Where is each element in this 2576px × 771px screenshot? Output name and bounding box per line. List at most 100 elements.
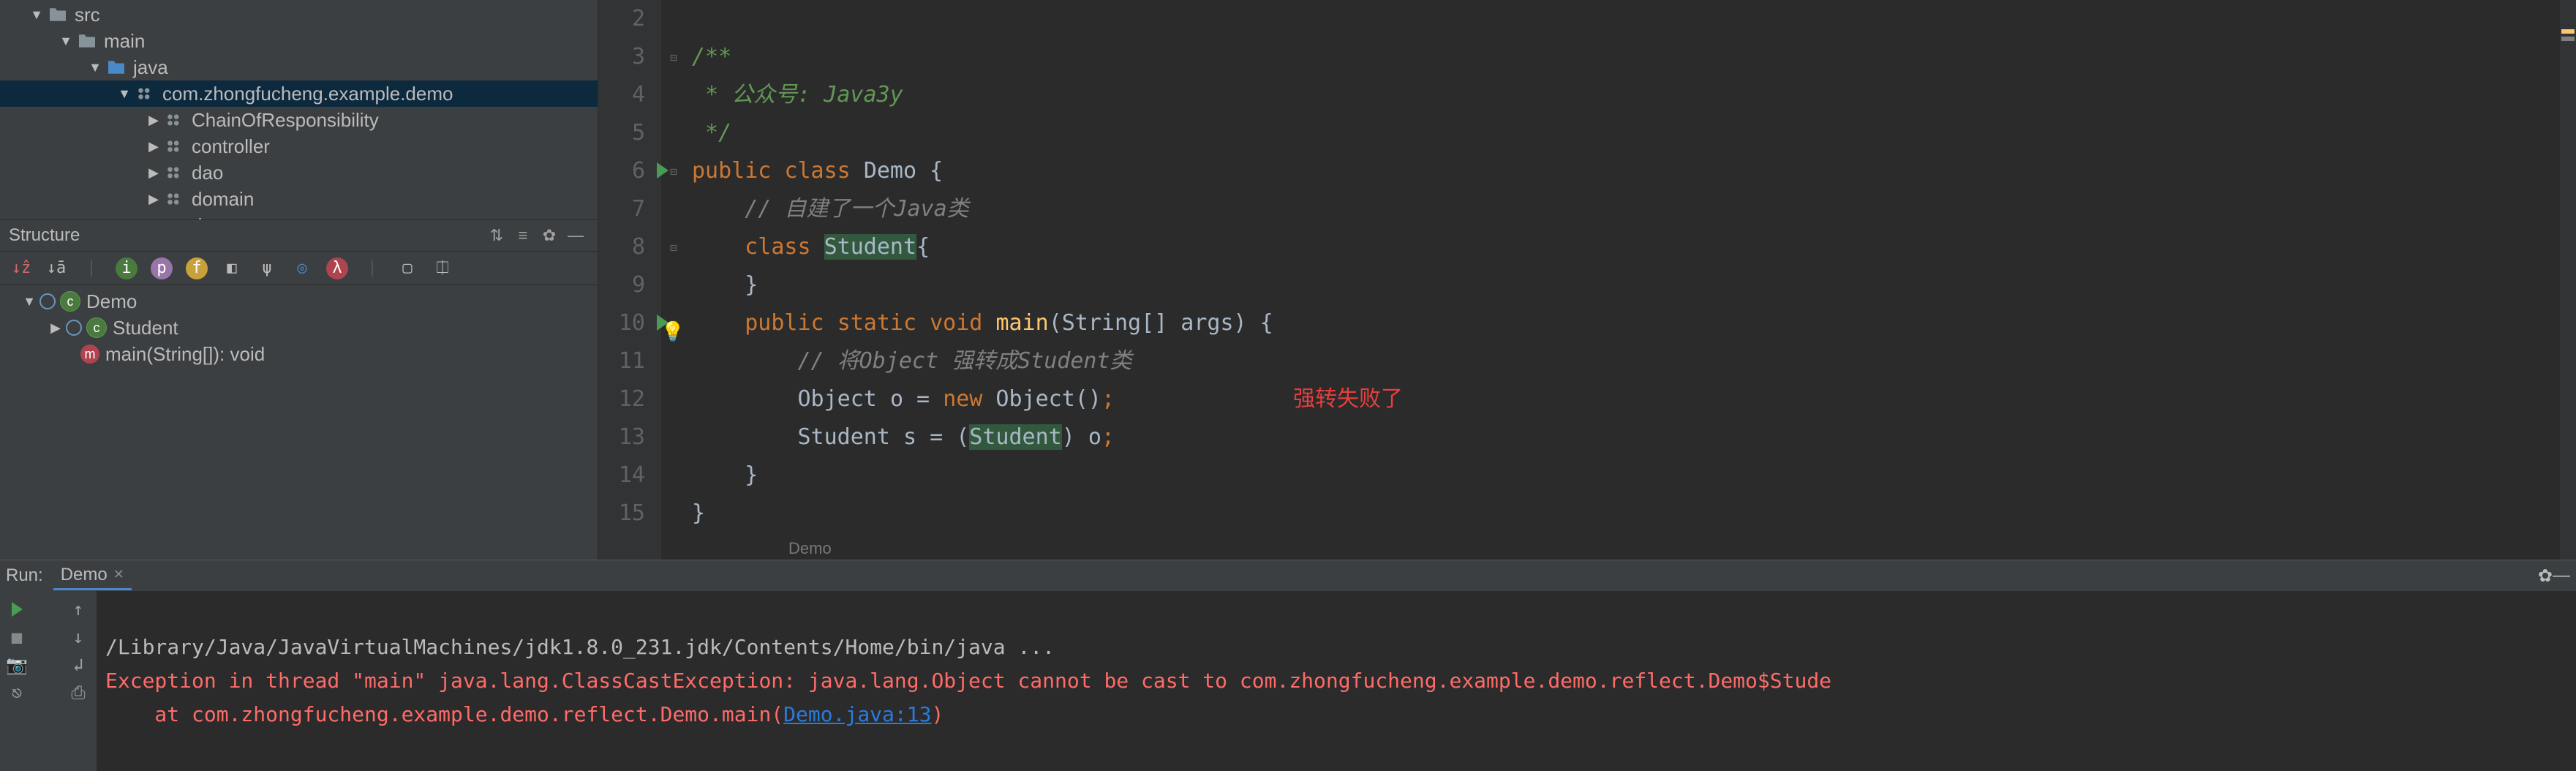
structure-item[interactable]: mmain(String[]): void (0, 341, 598, 367)
fold-mark[interactable]: ⊟ (661, 38, 686, 76)
pkg-icon (135, 85, 157, 102)
chevron-icon[interactable]: ▼ (88, 60, 102, 75)
code-line[interactable]: // 自建了一个Java类 (692, 190, 2560, 228)
code-line[interactable]: class Student{ (692, 228, 2560, 266)
folder-icon (47, 6, 69, 23)
gutter-line[interactable]: 3 (598, 38, 645, 76)
code-line[interactable]: */ (692, 114, 2560, 152)
structure-item[interactable]: ▼cDemo (0, 288, 598, 315)
rerun-icon[interactable] (4, 597, 29, 622)
gear-icon[interactable]: ✿ (2538, 565, 2553, 587)
code-area[interactable]: /** * 公众号: Java3y */public class Demo { … (686, 0, 2560, 560)
fold-column[interactable]: ⊟⊟⊟⊟ (661, 0, 686, 560)
pkg-icon (164, 111, 186, 129)
down-icon[interactable]: ↓ (66, 625, 91, 650)
error-stripe[interactable] (2560, 0, 2576, 560)
soft-wrap-icon[interactable]: ↲ (66, 652, 91, 677)
close-icon[interactable]: ✕ (113, 567, 124, 582)
gutter-line[interactable]: 14 (598, 456, 645, 494)
chevron-icon[interactable]: ▼ (29, 7, 44, 23)
gutter-line[interactable]: 12 (598, 380, 645, 418)
structure-opt2-icon[interactable]: ≡ (510, 225, 536, 247)
project-tree[interactable]: ▼src▼main▼java▼com.zhongfucheng.example.… (0, 0, 598, 219)
tree-item-domain[interactable]: ▶domain (0, 186, 598, 212)
fold-mark[interactable]: ⊟ (661, 228, 686, 266)
code-line[interactable]: public static void main(String[] args) { (692, 304, 2560, 342)
hide-icon[interactable]: — (562, 225, 589, 247)
tb-icon-box1[interactable]: ▢ (396, 257, 418, 279)
chevron-icon[interactable]: ▶ (146, 192, 161, 207)
show-fields-icon[interactable]: f (186, 257, 208, 279)
gutter-line[interactable]: 7 (598, 190, 645, 228)
exit-icon[interactable]: ⎋ (4, 680, 29, 705)
chevron-icon[interactable]: ▼ (117, 86, 132, 102)
gutter-line[interactable]: 15 (598, 494, 645, 533)
stop-icon[interactable]: ■ (4, 625, 29, 650)
tree-item-java[interactable]: ▼ java (0, 54, 598, 80)
gutter-line[interactable]: 11 (598, 342, 645, 380)
tb-sep2: | (361, 257, 383, 279)
gutter-line[interactable]: 9 (598, 266, 645, 304)
gutter-line[interactable]: 10💡 (598, 304, 645, 342)
tree-item-com-zhongfucheng-example-demo[interactable]: ▼com.zhongfucheng.example.demo (0, 80, 598, 107)
tb-icon-box2[interactable]: ⎅ (432, 257, 453, 279)
run-tab-demo[interactable]: Demo ✕ (53, 562, 132, 590)
code-line[interactable]: /** (692, 38, 2560, 76)
code-line[interactable]: * 公众号: Java3y (692, 76, 2560, 114)
gutter-line[interactable]: 8 (598, 228, 645, 266)
gutter-line[interactable]: 2 (598, 0, 645, 38)
sort-alpha-icon[interactable]: ↓ẑ (10, 257, 32, 279)
tree-item-dto[interactable]: ▶dto (0, 212, 598, 219)
breadcrumb[interactable]: Demo (788, 539, 832, 558)
tb-icon-target[interactable]: ◎ (291, 257, 313, 279)
up-icon[interactable]: ↑ (66, 597, 91, 622)
run-panel: Run: Demo ✕ ✿ — ■ 📷 ⎋ ↑ ↓ ↲ ⎙ /Library/J… (0, 560, 2576, 771)
tree-label: java (133, 56, 168, 79)
chevron-icon[interactable]: ▼ (59, 34, 73, 49)
code-line[interactable]: // 将Object 强转成Student类 (692, 342, 2560, 380)
run-gutter-icon[interactable] (657, 162, 669, 178)
hide-icon[interactable]: — (2553, 565, 2570, 586)
chevron-icon[interactable]: ▶ (48, 320, 63, 336)
chevron-icon[interactable]: ▶ (146, 165, 161, 181)
fold-mark (661, 456, 686, 494)
structure-opt1-icon[interactable]: ⇅ (483, 225, 510, 247)
tree-item-src[interactable]: ▼src (0, 1, 598, 28)
chevron-icon[interactable]: ▶ (146, 113, 161, 128)
code-line[interactable]: } (692, 266, 2560, 304)
gutter-line[interactable]: 6 (598, 152, 645, 190)
code-line[interactable]: } (692, 456, 2560, 494)
code-line[interactable]: public class Demo { (692, 152, 2560, 190)
dump-icon[interactable]: 📷 (4, 652, 29, 677)
bulb-icon[interactable]: 💡 (661, 313, 685, 351)
gutter-line[interactable]: 5 (598, 114, 645, 152)
structure-label: Demo (86, 290, 137, 313)
show-inherited-icon[interactable]: i (116, 257, 138, 279)
editor[interactable]: 2345678910💡1112131415 ⊟⊟⊟⊟ /** * 公众号: Ja… (598, 0, 2576, 560)
code-line[interactable]: } (692, 494, 2560, 533)
gutter[interactable]: 2345678910💡1112131415 (598, 0, 661, 560)
stack-link[interactable]: Demo.java:13 (783, 702, 931, 726)
sort-visibility-icon[interactable]: ↓ā (45, 257, 67, 279)
code-line[interactable] (692, 0, 2560, 38)
show-properties-icon[interactable]: p (151, 257, 173, 279)
structure-tree[interactable]: ▼cDemo▶cStudentmmain(String[]): void (0, 285, 598, 560)
code-line[interactable]: Object o = new Object(); (692, 380, 2560, 418)
chevron-icon[interactable]: ▶ (146, 139, 161, 154)
tree-item-ChainOfResponsibility[interactable]: ▶ChainOfResponsibility (0, 107, 598, 133)
show-nonpublic-icon[interactable]: ◧ (221, 257, 243, 279)
gear-icon[interactable]: ✿ (536, 225, 562, 247)
print-icon[interactable]: ⎙ (66, 680, 91, 705)
gutter-line[interactable]: 13 (598, 418, 645, 456)
tree-item-controller[interactable]: ▶controller (0, 133, 598, 159)
code-line[interactable]: Student s = (Student) o; (692, 418, 2560, 456)
show-lambda-icon[interactable]: λ (326, 257, 348, 279)
tb-icon-fork[interactable]: ψ (256, 257, 278, 279)
gutter-line[interactable]: 4 (598, 76, 645, 114)
tree-item-dao[interactable]: ▶dao (0, 159, 598, 186)
chevron-icon[interactable]: ▼ (22, 294, 37, 309)
structure-title: Structure (9, 225, 80, 246)
structure-item[interactable]: ▶cStudent (0, 315, 598, 341)
tree-item-main[interactable]: ▼main (0, 28, 598, 54)
console[interactable]: /Library/Java/JavaVirtualMachines/jdk1.8… (97, 591, 2576, 771)
